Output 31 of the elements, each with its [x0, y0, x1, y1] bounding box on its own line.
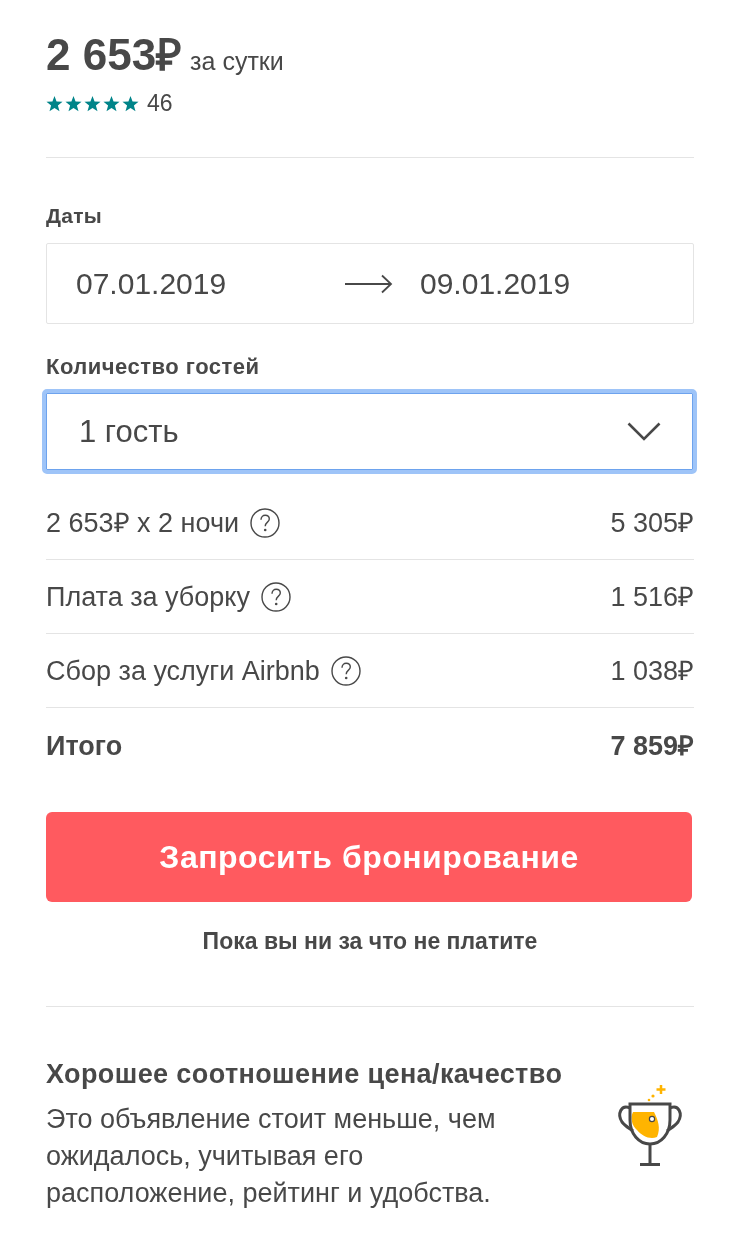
arrow-right-icon — [345, 273, 393, 294]
total-amount: 7 859₽ — [610, 730, 694, 762]
help-icon[interactable] — [330, 655, 361, 686]
trophy-icon — [616, 1082, 684, 1168]
fee-amount: 5 305₽ — [610, 506, 694, 539]
review-count: 46 — [147, 92, 173, 114]
star-icon — [84, 94, 101, 112]
highlight-text: Это объявление стоит меньше, чем ожидалось, учитывая его расположение, рейтинг и удобства. — [46, 1103, 497, 1210]
highlight-title: Хорошее соотношение цена/качество — [46, 1058, 564, 1090]
star-icon — [122, 94, 139, 112]
fee-amount: 1 516₽ — [610, 580, 694, 613]
no-charge-note: Пока вы ни за что не платите — [201, 928, 539, 954]
check-out-date[interactable]: 09.01.2019 — [420, 266, 571, 301]
star-icon — [46, 94, 63, 112]
guests-select[interactable]: 1 гость — [42, 389, 697, 474]
check-in-date[interactable]: 07.01.2019 — [76, 266, 318, 301]
total-label: Итого — [46, 730, 123, 762]
nightly-price: 2 653₽ — [46, 32, 183, 78]
price-period: за сутки — [190, 47, 284, 75]
star-icon — [65, 94, 82, 112]
fee-label: Плата за уборку — [46, 580, 250, 613]
date-range-field[interactable]: 07.01.2019 09.01.2019 — [46, 243, 694, 324]
fee-label: Сбор за услуги Airbnb — [46, 654, 320, 687]
fee-amount: 1 038₽ — [610, 654, 694, 687]
dates-label: Даты — [46, 204, 104, 228]
guests-label: Количество гостей — [46, 355, 261, 379]
star-icon — [103, 94, 120, 112]
help-icon[interactable] — [261, 581, 291, 612]
help-icon[interactable] — [250, 507, 281, 538]
fee-label: 2 653₽ x 2 ночи — [46, 506, 240, 539]
chevron-down-icon — [627, 422, 661, 441]
